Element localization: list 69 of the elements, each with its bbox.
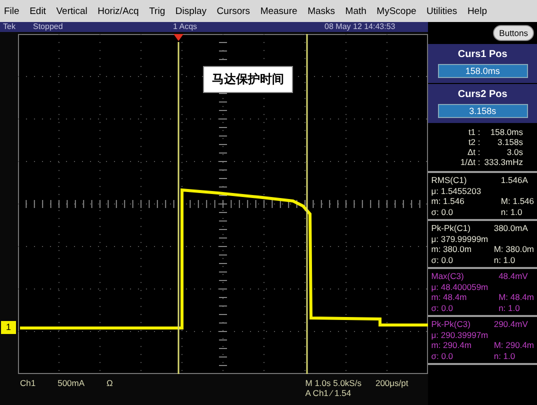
measurement-name: Max(C3) xyxy=(431,271,465,282)
resolution-label: 200μs/pt xyxy=(375,378,408,388)
menu-item[interactable]: MyScope xyxy=(376,6,416,16)
measurement-min: m: 48.4m xyxy=(431,292,468,302)
cursor-title: Curs1 Pos xyxy=(458,49,508,60)
measurement-min: m: 1.546 xyxy=(431,196,466,206)
acquisition-count: 1 Acqs xyxy=(173,22,198,32)
cursor-title: Curs2 Pos xyxy=(458,89,508,100)
buttons-button[interactable]: Buttons xyxy=(493,25,534,41)
readout-value: 158.0ms xyxy=(489,127,524,137)
acquisition-state: Stopped xyxy=(33,22,64,32)
measurement-mean: μ: 290.39997m xyxy=(431,330,490,340)
trigger-position-icon xyxy=(174,34,184,41)
measurement-count: n: 1.0 xyxy=(498,302,521,313)
cursor-value-field[interactable]: 3.158s xyxy=(438,104,528,118)
measurement-max: M: 380.0m xyxy=(494,244,534,254)
measurement-max: M: 48.4m xyxy=(498,292,534,302)
measurement-value: 48.4mV xyxy=(498,271,529,282)
measurement-value: 380.0mA xyxy=(494,223,529,234)
cursor-line[interactable] xyxy=(178,42,180,374)
menu-item[interactable]: Horiz/Acq xyxy=(98,6,139,16)
measurement-max: M: 1.546 xyxy=(500,196,534,206)
measurement-max: M: 290.4m xyxy=(494,340,534,350)
measurement-sigma: σ: 0.0 xyxy=(431,350,454,361)
menu-item[interactable]: Utilities xyxy=(426,6,458,16)
vertical-scale: 500mA xyxy=(58,378,85,388)
readout-label: Δt : xyxy=(466,147,480,157)
menu-item[interactable]: Help xyxy=(467,6,487,16)
measurement-sigma: σ: 0.0 xyxy=(431,254,454,265)
measurement-name: RMS(C1) xyxy=(431,175,468,186)
measurement-sigma: σ: 0.0 xyxy=(431,206,454,217)
measurement-min: m: 290.4m xyxy=(431,340,472,350)
cursor-line[interactable] xyxy=(306,34,308,374)
readout-value: 3.0s xyxy=(506,147,524,157)
channel-label: Ch1 xyxy=(20,378,36,388)
impedance-label: Ω xyxy=(106,378,113,388)
menu-item[interactable]: Math xyxy=(345,6,366,16)
menu-item[interactable]: Vertical xyxy=(56,6,88,16)
measurement-value: 290.4mV xyxy=(494,319,529,330)
menu-item[interactable]: Masks xyxy=(308,6,336,16)
menu-item[interactable]: Edit xyxy=(30,6,46,16)
date-time: 08 May 12 14:43:53 xyxy=(324,22,396,32)
readout-label: t2 : xyxy=(467,137,480,147)
readout-label: 1/Δt : xyxy=(459,157,480,167)
measurement-min: m: 380.0m xyxy=(431,244,472,254)
trigger-label: A Ch1 ⁄ 1.54 xyxy=(305,388,352,398)
menu-item[interactable]: Cursors xyxy=(216,6,250,16)
readout-value: 333.3mHz xyxy=(484,157,524,167)
measurement-mean: μ: 1.5455203 xyxy=(431,186,482,196)
menu-item[interactable]: Display xyxy=(175,6,207,16)
brand-label: Tek xyxy=(3,22,16,32)
measurement-count: n: 1.0 xyxy=(494,254,516,265)
measurement-sigma: σ: 0.0 xyxy=(431,302,454,313)
measurement-count: n: 1.0 xyxy=(494,350,516,361)
readout-label: t1 : xyxy=(467,127,480,137)
cursor-value-field[interactable]: 158.0ms xyxy=(438,64,528,78)
measurement-name: Pk-Pk(C1) xyxy=(431,223,472,234)
channel-marker[interactable]: 1 xyxy=(1,321,16,334)
menu-item[interactable]: Trig xyxy=(149,6,166,16)
measurement-value: 1.546A xyxy=(500,175,529,186)
measurement-count: n: 1.0 xyxy=(500,206,524,217)
measurement-mean: μ: 379.99999m xyxy=(431,234,490,244)
timebase-label: M 1.0s 5.0kS/s xyxy=(305,378,362,388)
annotation-label: 马达保护时间 xyxy=(203,66,293,93)
menu-item[interactable]: File xyxy=(4,6,20,16)
measurement-name: Pk-Pk(C3) xyxy=(431,319,472,330)
readout-value: 3.158s xyxy=(496,137,524,147)
menu-item[interactable]: Measure xyxy=(260,6,298,16)
measurement-mean: μ: 48.400059m xyxy=(431,282,490,292)
